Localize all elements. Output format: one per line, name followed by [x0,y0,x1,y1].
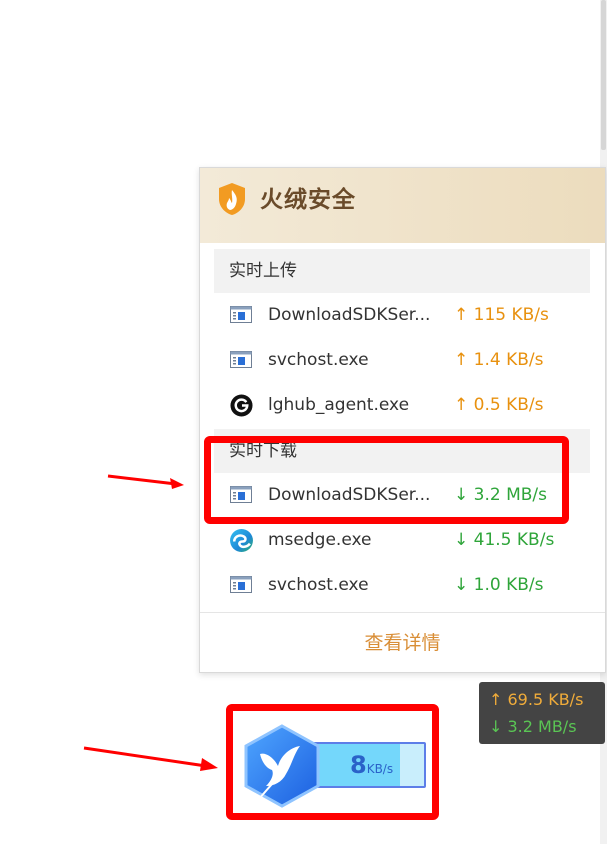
process-upload-speed: ↑ 115 KB/s [454,305,549,325]
logitech-g-icon [230,394,253,417]
window-app-icon [230,576,252,593]
scrollbar-thumb[interactable] [601,0,606,150]
process-name: DownloadSDKSer... [268,305,431,325]
upload-row[interactable]: svchost.exe ↑ 1.4 KB/s [214,338,590,383]
monitor-upload-speed: ↑ 69.5 KB/s [489,690,584,709]
process-download-speed: ↓ 41.5 KB/s [454,530,555,550]
highlight-box-float-ball [226,704,439,820]
process-name: svchost.exe [268,575,369,595]
huorong-shield-icon [219,183,245,215]
upload-row[interactable]: DownloadSDKSer... ↑ 115 KB/s [214,293,590,338]
highlight-box-download-row [204,436,569,524]
net-speed-monitor[interactable]: ↑ 69.5 KB/s ↓ 3.2 MB/s [479,682,605,744]
popup-header: 火绒安全 [200,168,605,243]
download-row[interactable]: svchost.exe ↓ 1.0 KB/s [214,563,590,608]
download-row[interactable]: msedge.exe ↓ 41.5 KB/s [214,518,590,563]
process-upload-speed: ↑ 1.4 KB/s [454,350,544,370]
huorong-traffic-popup: 火绒安全 实时上传 DownloadSDKSer... ↑ 115 KB/s s… [199,167,606,673]
upload-row[interactable]: lghub_agent.exe ↑ 0.5 KB/s [214,383,590,428]
brand-title: 火绒安全 [260,187,356,213]
process-upload-speed: ↑ 0.5 KB/s [454,395,544,415]
process-name: svchost.exe [268,350,369,370]
process-name: msedge.exe [268,530,372,550]
view-details-link[interactable]: 查看详情 [200,613,605,673]
red-arrow-icon [83,746,218,771]
edge-browser-icon [230,529,253,552]
red-arrow-icon [107,474,184,489]
process-name: lghub_agent.exe [268,395,410,415]
window-app-icon [230,306,252,323]
monitor-download-speed: ↓ 3.2 MB/s [489,717,577,736]
upload-section-header: 实时上传 [214,249,590,293]
window-app-icon [230,351,252,368]
process-download-speed: ↓ 1.0 KB/s [454,575,544,595]
